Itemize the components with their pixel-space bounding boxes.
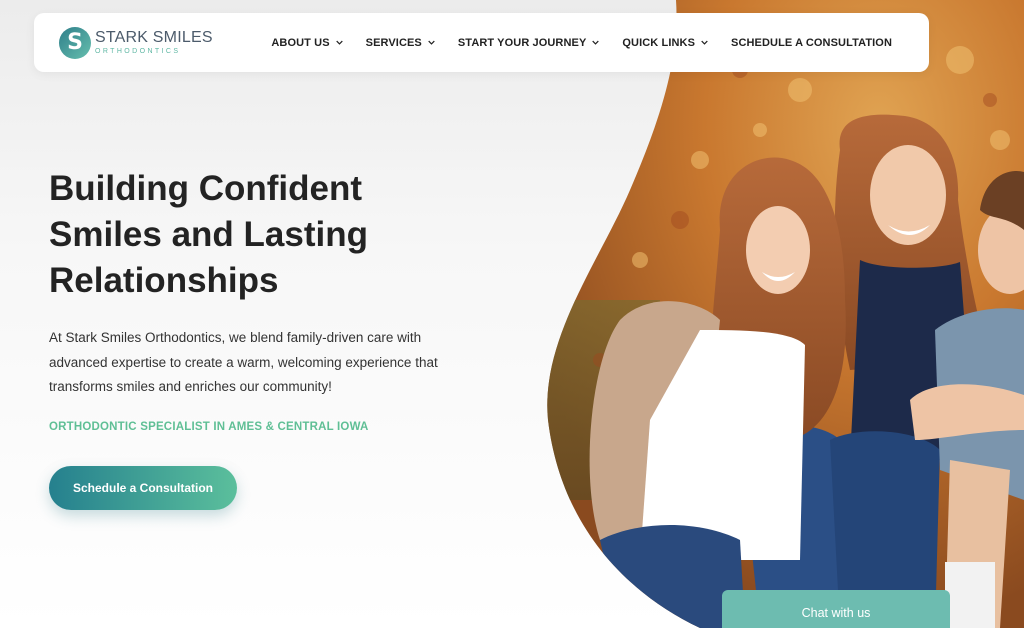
hero-photo	[0, 0, 1024, 628]
nav-item-about-us[interactable]: ABOUT US	[271, 36, 343, 49]
headline-line-1: Building Confident	[49, 169, 362, 208]
top-navigation: S STARK SMILES ORTHODONTICS ABOUT US SER…	[34, 13, 929, 72]
nav-item-label: QUICK LINKS	[622, 36, 696, 49]
main-menu: ABOUT US SERVICES START YOUR JOURNEY QUI…	[271, 37, 892, 49]
nav-item-quick-links[interactable]: QUICK LINKS	[622, 37, 708, 49]
hero-tagline: ORTHODONTIC SPECIALIST IN AMES & CENTRAL…	[49, 421, 369, 433]
chevron-down-icon	[592, 40, 600, 45]
logo-title: STARK SMILES	[95, 29, 213, 46]
hero-intro-text: At Stark Smiles Orthodontics, we blend f…	[49, 330, 438, 394]
chevron-down-icon	[428, 40, 435, 45]
hero-headline: Building Confident Smiles and Lasting Re…	[49, 166, 469, 304]
headline-line-3: Relationships	[49, 261, 279, 300]
logo-subtitle: ORTHODONTICS	[95, 48, 181, 55]
logo-icon: S	[59, 26, 91, 59]
nav-item-services[interactable]: SERVICES	[366, 37, 435, 49]
nav-item-label: START YOUR JOURNEY	[457, 36, 587, 49]
chevron-down-icon	[701, 40, 708, 45]
chevron-down-icon	[335, 40, 343, 45]
schedule-consultation-button[interactable]: Schedule a Consultation	[49, 466, 237, 510]
nav-item-label: SCHEDULE A CONSULTATION	[731, 36, 892, 49]
brand-logo[interactable]: S STARK SMILES ORTHODONTICS	[59, 26, 213, 59]
logo-text: STARK SMILES ORTHODONTICS	[95, 29, 213, 56]
nav-item-start-your-journey[interactable]: START YOUR JOURNEY	[458, 37, 600, 49]
nav-item-schedule-consultation[interactable]: SCHEDULE A CONSULTATION	[731, 37, 892, 49]
headline-line-2: Smiles and Lasting	[49, 215, 368, 254]
nav-item-label: ABOUT US	[271, 36, 330, 49]
chat-with-us-button[interactable]: Chat with us	[722, 590, 950, 628]
nav-item-label: SERVICES	[365, 36, 422, 49]
